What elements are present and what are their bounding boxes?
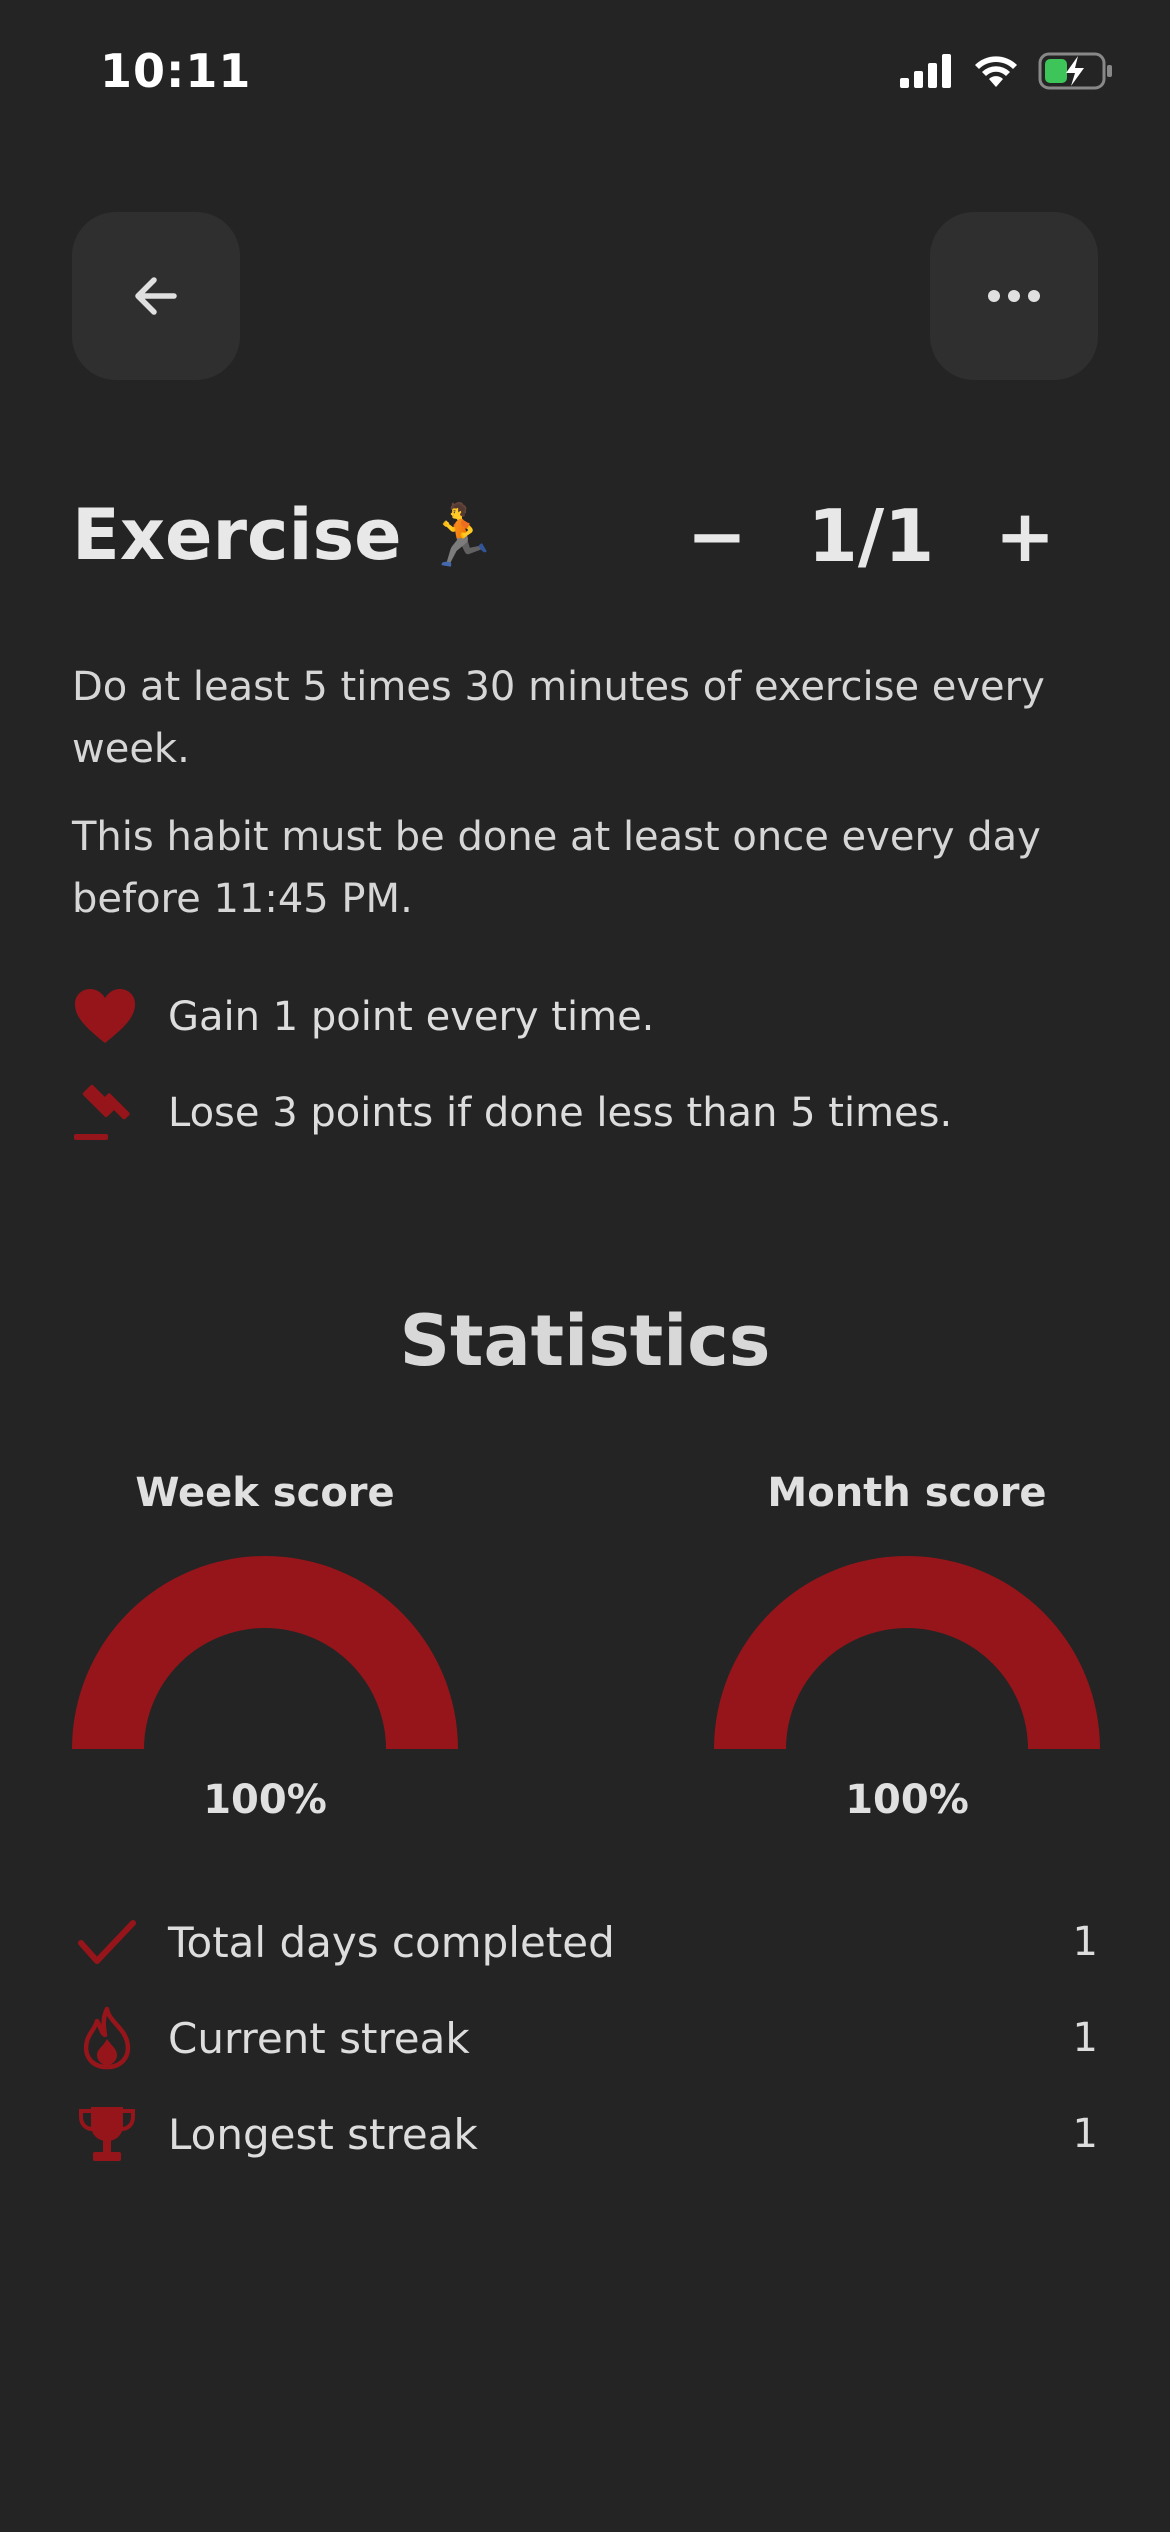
more-horizontal-icon — [988, 290, 1040, 302]
stat-row-total-days: Total days completed 1 — [72, 1902, 1098, 1982]
increment-button[interactable]: + — [980, 494, 1070, 578]
back-button[interactable] — [72, 212, 240, 380]
battery-charging-icon — [1038, 52, 1112, 90]
gavel-icon — [72, 1080, 138, 1146]
habit-title-text: Exercise — [72, 494, 402, 576]
rule-gain-text: Gain 1 point every time. — [168, 994, 655, 1040]
status-bar: 10:11 — [0, 0, 1170, 150]
stat-label: Longest streak — [168, 2109, 478, 2159]
stat-label: Current streak — [168, 2013, 470, 2063]
check-icon — [72, 1907, 142, 1977]
rule-lose: Lose 3 points if done less than 5 times. — [72, 1080, 952, 1146]
stat-value: 1 — [1072, 2111, 1098, 2157]
week-score-label: Week score — [135, 1470, 395, 1516]
month-score-percent: 100% — [845, 1777, 969, 1823]
statistics-title: Statistics — [399, 1300, 771, 1382]
month-score-gauge: Month score 100% — [714, 1470, 1100, 1823]
status-icons — [900, 52, 1114, 90]
more-options-button[interactable] — [930, 212, 1098, 380]
rule-lose-text: Lose 3 points if done less than 5 times. — [168, 1090, 953, 1136]
stat-label: Total days completed — [168, 1917, 615, 1967]
counter-value: 1/1 — [807, 494, 935, 578]
stat-row-current-streak: Current streak 1 — [72, 1998, 1098, 2078]
week-score-percent: 100% — [203, 1777, 327, 1823]
week-score-arc — [72, 1556, 458, 1749]
status-time: 10:11 — [100, 44, 252, 98]
decrement-button[interactable]: − — [672, 494, 762, 578]
month-score-label: Month score — [767, 1470, 1047, 1516]
cellular-signal-icon — [900, 54, 951, 88]
habit-schedule: This habit must be done at least once ev… — [72, 814, 1041, 922]
arrow-left-icon — [135, 277, 177, 315]
flame-icon — [72, 2003, 142, 2073]
heart-icon — [72, 984, 138, 1050]
trophy-icon — [72, 2099, 142, 2169]
stat-row-longest-streak: Longest streak 1 — [72, 2094, 1098, 2174]
rule-gain: Gain 1 point every time. — [72, 984, 654, 1050]
habit-description: Do at least 5 times 30 minutes of exerci… — [72, 664, 1045, 772]
wifi-icon — [975, 56, 1017, 87]
habit-emoji: 🏃 — [423, 500, 499, 571]
stat-value: 1 — [1072, 2015, 1098, 2061]
habit-title: Exercise 🏃 — [72, 494, 498, 576]
month-score-arc — [714, 1556, 1100, 1749]
stat-value: 1 — [1072, 1919, 1098, 1965]
progress-counter: − 1/1 + — [672, 494, 1070, 578]
week-score-gauge: Week score 100% — [72, 1470, 458, 1823]
